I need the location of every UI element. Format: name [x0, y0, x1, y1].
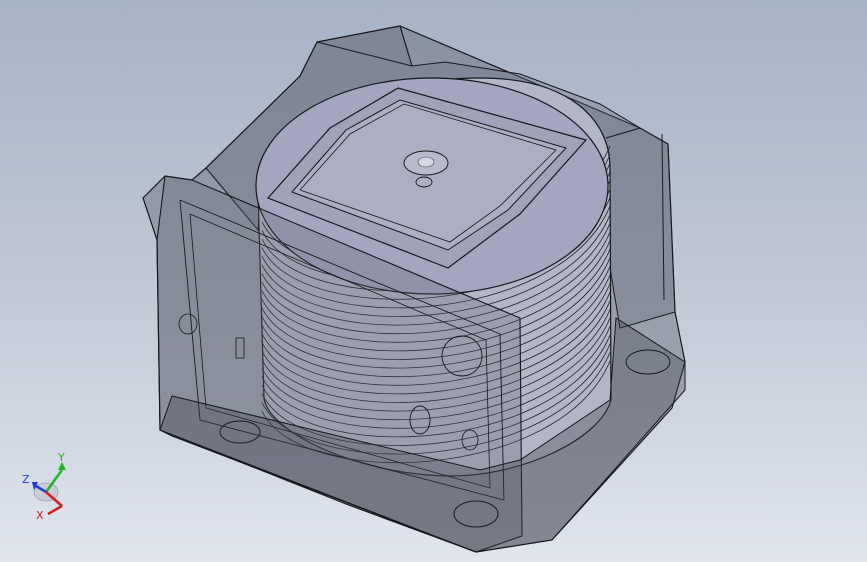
triad-axes — [32, 462, 66, 516]
cad-model[interactable] — [0, 0, 867, 562]
x-axis-label: X — [36, 509, 44, 522]
y-axis-label: Y — [58, 451, 65, 464]
view-orientation-triad[interactable]: Y Z X — [18, 448, 78, 528]
center-hole-inner — [417, 156, 435, 168]
z-axis-label: Z — [22, 473, 30, 486]
x-axis-tail — [47, 504, 63, 516]
graphics-viewport[interactable]: Y Z X — [0, 0, 867, 562]
